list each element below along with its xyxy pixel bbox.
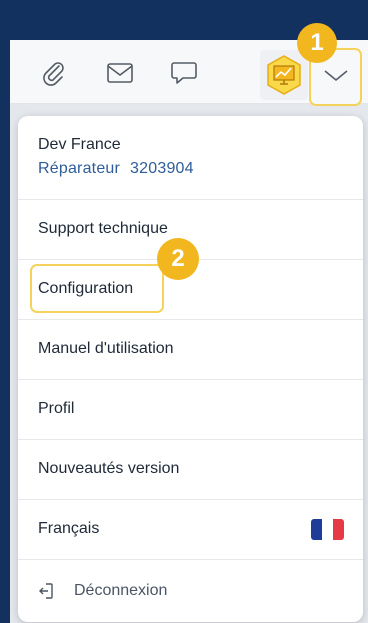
chevron-down-icon xyxy=(324,70,348,82)
paperclip-icon[interactable] xyxy=(40,60,68,86)
user-role-line: Réparateur 3203904 xyxy=(38,160,194,178)
menu-item-manual[interactable]: Manuel d'utilisation xyxy=(18,320,363,378)
french-flag-icon xyxy=(311,519,344,540)
menu-item-news[interactable]: Nouveautés version xyxy=(18,440,363,498)
chat-icon[interactable] xyxy=(170,60,198,86)
device-button[interactable] xyxy=(260,50,308,100)
user-info: Dev France Réparateur 3203904 xyxy=(38,136,194,178)
menu-item-logout[interactable]: Déconnexion xyxy=(18,562,363,620)
step-badge-2: 2 xyxy=(157,238,199,280)
menu-item-profile[interactable]: Profil xyxy=(18,380,363,438)
monitor-chart-icon xyxy=(267,55,301,95)
divider xyxy=(18,559,363,560)
user-id: 3203904 xyxy=(130,160,194,177)
step-badge-1: 1 xyxy=(297,23,337,63)
language-label: Français xyxy=(38,520,100,537)
logout-label: Déconnexion xyxy=(74,582,168,599)
user-dropdown-menu: Dev France Réparateur 3203904 Support tec… xyxy=(18,116,363,622)
user-role: Réparateur xyxy=(38,160,121,177)
user-name: Dev France xyxy=(38,136,121,153)
mail-icon[interactable] xyxy=(106,60,134,86)
logout-icon xyxy=(39,583,53,599)
